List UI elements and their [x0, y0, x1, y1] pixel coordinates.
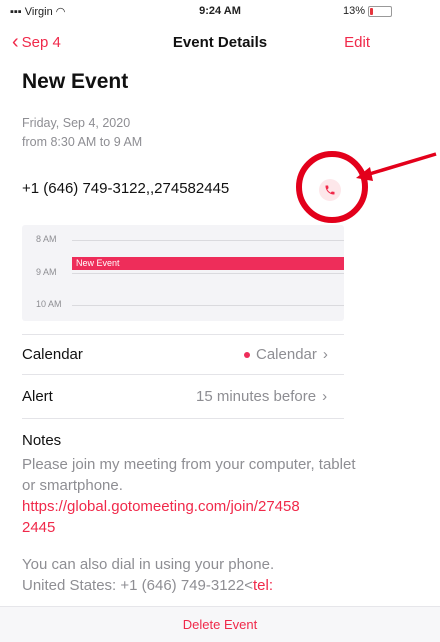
alert-value: 15 minutes before: [196, 388, 317, 405]
notes-tel-link[interactable]: tel:: [253, 577, 273, 594]
calendar-color-dot: [244, 351, 250, 358]
battery-icon: [368, 5, 392, 17]
timeline-gridline: [72, 273, 344, 274]
notes-label: Notes: [22, 432, 62, 449]
event-date: Friday, Sep 4, 2020: [22, 116, 131, 130]
nav-title: Event Details: [172, 34, 268, 51]
day-timeline[interactable]: 8 AM 9 AM 10 AM New Event: [22, 225, 344, 321]
arrow-annotation: [356, 152, 437, 181]
notes-text: You can also dial in using your phone.: [22, 556, 275, 573]
event-title: New Event: [22, 70, 129, 93]
timeline-hour: 8 AM: [36, 234, 57, 244]
delete-event-button[interactable]: Delete Event: [0, 617, 440, 632]
event-phone-number[interactable]: +1 (646) 749-3122,,274582445: [22, 180, 229, 197]
notes-body: Please join my meeting from your compute…: [22, 454, 358, 538]
alert-row-value[interactable]: 15 minutes before ›: [196, 388, 327, 405]
calendar-row-value[interactable]: Calendar ›: [244, 346, 328, 363]
battery-percent: 13%: [342, 5, 365, 17]
notes-body-2: You can also dial in using your phone. U…: [22, 554, 358, 596]
divider: [22, 374, 344, 375]
divider: [22, 418, 344, 419]
status-bar: ▪▪▪ Virgin ◠ 9:24 AM 13%: [0, 0, 440, 24]
timeline-gridline: [72, 240, 344, 241]
event-time-range: from 8:30 AM to 9 AM: [22, 135, 143, 149]
alert-label: Alert: [22, 388, 53, 405]
calendar-value: Calendar: [256, 346, 317, 363]
notes-text: Please join my meeting from your compute…: [22, 456, 356, 494]
nav-bar: ‹ Sep 4 Event Details Edit: [0, 26, 440, 60]
notes-text: United States: +1 (646) 749-3122<: [22, 577, 253, 594]
timeline-hour: 9 AM: [36, 267, 57, 277]
edit-button[interactable]: Edit: [330, 34, 370, 51]
battery: 13%: [343, 5, 392, 17]
timeline-gridline: [72, 305, 344, 306]
toolbar: Delete Event: [0, 606, 440, 642]
chevron-right-icon: ›: [322, 388, 328, 405]
timeline-event-block[interactable]: New Event: [72, 257, 344, 270]
chevron-right-icon: ›: [322, 346, 328, 363]
notes-link[interactable]: https://global.gotomeeting.com/join/2745…: [22, 496, 302, 538]
timeline-hour: 10 AM: [36, 299, 62, 309]
calendar-label: Calendar: [22, 346, 83, 363]
divider: [22, 334, 344, 335]
